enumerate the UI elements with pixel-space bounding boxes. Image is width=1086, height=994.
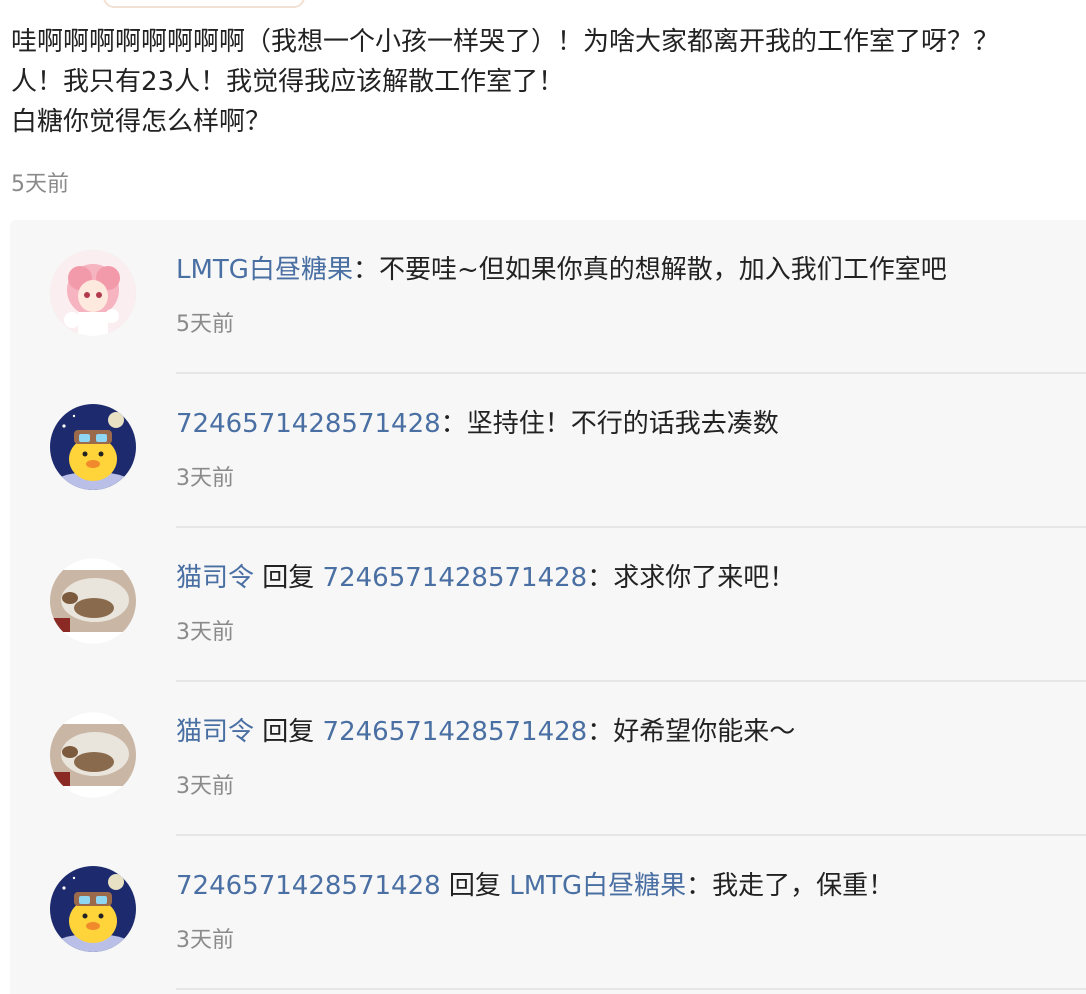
post-body: 哇啊啊啊啊啊啊啊啊（我想一个小孩一样哭了）！为啥大家都离开我的工作室了呀？？ 人… — [11, 22, 1086, 142]
comment-separator: ： — [587, 563, 614, 593]
reply-label: 回复 — [254, 717, 323, 747]
comment-author-link[interactable]: LMTG白昼糖果 — [176, 255, 353, 285]
comment-item: 猫司令 回复 7246571428571428：好希望你能来～ 3天前 — [10, 682, 1086, 836]
comment-timestamp: 3天前 — [176, 774, 234, 799]
cat-avatar[interactable] — [50, 558, 136, 644]
comment-content: 7246571428571428：坚持住！不行的话我去凑数 — [176, 404, 1076, 444]
comment-separator: ： — [686, 871, 713, 901]
comment-text: 求求你了来吧！ — [613, 563, 796, 593]
comment-timestamp: 3天前 — [176, 620, 234, 645]
previous-header-cutoff — [0, 0, 320, 8]
comment-timestamp: 5天前 — [176, 312, 234, 337]
comment-content: 7246571428571428 回复 LMTG白昼糖果：我走了，保重！ — [176, 866, 1076, 906]
chick-avatar[interactable] — [50, 866, 136, 952]
comment-item: 7246571428571428 回复 LMTG白昼糖果：我走了，保重！ 3天前 — [10, 836, 1086, 990]
comment-author-link[interactable]: 7246571428571428 — [176, 871, 441, 901]
comment-text: 不要哇~但如果你真的想解散，加入我们工作室吧 — [378, 255, 947, 285]
chick-avatar[interactable] — [50, 404, 136, 490]
reply-target-link[interactable]: LMTG白昼糖果 — [509, 871, 686, 901]
comment-content: LMTG白昼糖果：不要哇~但如果你真的想解散，加入我们工作室吧 — [176, 250, 1076, 290]
reply-target-link[interactable]: 7246571428571428 — [323, 717, 588, 747]
reply-label: 回复 — [254, 563, 323, 593]
comment-author-link[interactable]: 7246571428571428 — [176, 409, 441, 439]
post-line: 哇啊啊啊啊啊啊啊啊（我想一个小孩一样哭了）！为啥大家都离开我的工作室了呀？？ — [11, 27, 1000, 57]
post-line: 白糖你觉得怎么样啊？ — [11, 107, 272, 137]
post-timestamp: 5天前 — [11, 172, 69, 197]
comment-timestamp: 3天前 — [176, 466, 234, 491]
reply-label: 回复 — [440, 871, 510, 901]
comment-text: 好希望你能来～ — [613, 717, 796, 747]
comment-separator: ： — [587, 717, 614, 747]
cat-avatar[interactable] — [50, 712, 136, 798]
comment-item: 7246571428571428：坚持住！不行的话我去凑数 3天前 — [10, 374, 1086, 528]
comment-author-link[interactable]: 猫司令 — [176, 717, 254, 747]
comment-content: 猫司令 回复 7246571428571428：求求你了来吧！ — [176, 558, 1076, 598]
comment-text: 我走了，保重！ — [712, 871, 895, 901]
comment-item: 猫司令 回复 7246571428571428：求求你了来吧！ 3天前 — [10, 528, 1086, 682]
comment-separator: ： — [352, 255, 379, 285]
comment-separator: ： — [440, 409, 467, 439]
anime-girl-avatar[interactable] — [50, 250, 136, 336]
comment-text: 坚持住！不行的话我去凑数 — [466, 409, 779, 439]
comment-item: LMTG白昼糖果：不要哇~但如果你真的想解散，加入我们工作室吧 5天前 — [10, 220, 1086, 374]
comment-author-link[interactable]: 猫司令 — [176, 563, 254, 593]
comment-list: LMTG白昼糖果：不要哇~但如果你真的想解散，加入我们工作室吧 5天前 7246… — [10, 220, 1086, 994]
divider — [176, 988, 1086, 990]
badge-cutoff — [103, 0, 305, 8]
post-line: 人！我只有23人！我觉得我应该解散工作室了！ — [11, 67, 565, 97]
reply-target-link[interactable]: 7246571428571428 — [323, 563, 588, 593]
comment-timestamp: 3天前 — [176, 928, 234, 953]
comment-content: 猫司令 回复 7246571428571428：好希望你能来～ — [176, 712, 1076, 752]
